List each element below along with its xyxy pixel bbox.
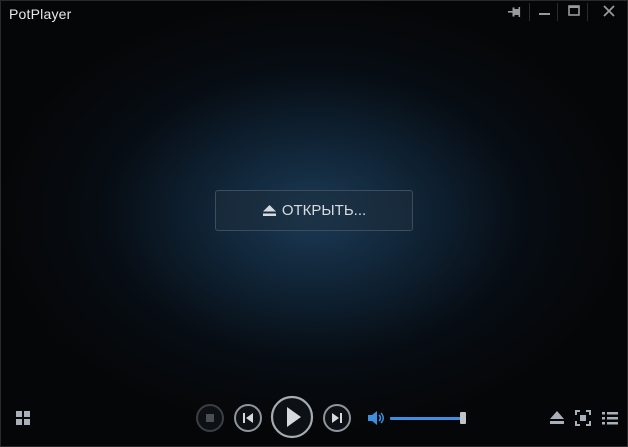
titlebar-separator [587,3,588,21]
close-icon [603,5,615,17]
open-file-button[interactable]: ОТКРЫТЬ... [215,190,413,231]
mute-button[interactable] [366,409,386,427]
volume-slider-fill [390,417,464,420]
minimize-icon [539,13,550,15]
app-title: PotPlayer [9,6,72,22]
volume-slider-thumb[interactable] [460,412,466,424]
previous-button[interactable] [233,403,263,433]
playlist-button[interactable] [601,409,619,427]
stop-button[interactable] [195,403,225,433]
menu-button[interactable] [14,409,32,427]
titlebar-separator [529,3,530,21]
pin-button[interactable] [501,1,527,23]
minimize-button[interactable] [531,1,557,23]
stop-icon [196,404,224,432]
maximize-icon [568,5,580,16]
title-bar[interactable]: PotPlayer [1,1,627,27]
play-icon [270,395,314,439]
previous-icon [234,404,262,432]
fullscreen-icon [575,410,591,426]
maximize-button[interactable] [560,1,586,23]
player-window: PotPlayer ОТКРЫТЬ... [0,0,628,447]
eject-button[interactable] [548,409,566,427]
next-icon [323,404,351,432]
close-button[interactable] [595,1,621,23]
play-button[interactable] [270,395,314,439]
grid-menu-icon [16,411,30,425]
titlebar-separator [557,3,558,21]
open-file-label: ОТКРЫТЬ... [281,202,367,219]
pin-icon [508,7,521,17]
eject-icon [550,411,564,424]
playlist-icon [602,412,618,425]
volume-slider[interactable] [390,412,466,424]
next-button[interactable] [322,403,352,433]
fullscreen-button[interactable] [574,409,592,427]
control-bar [1,391,627,446]
eject-icon [262,204,276,216]
speaker-icon [368,411,384,425]
